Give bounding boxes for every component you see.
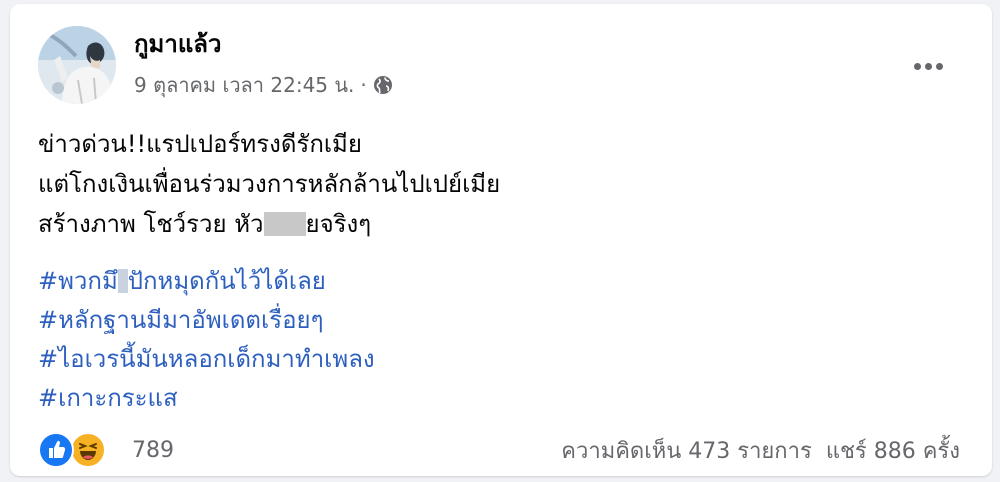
reaction-count: 789 <box>132 437 174 463</box>
hashtag-link[interactable]: #หลักฐานมีมาอัพเดตเรื่อยๆ <box>38 301 958 340</box>
hashtag-segment: ปักหมุดกันไว้ได้เลย <box>127 267 326 295</box>
like-icon <box>38 432 74 468</box>
engagement-stats: ความคิดเห็น 473 รายการ แชร์ 886 ครั้ง <box>561 433 960 468</box>
post-text-line: แต่โกงเงินเพื่อนร่วมวงการหลักล้านไปเปย์เ… <box>38 170 501 198</box>
censor-block <box>117 269 128 293</box>
post-body: ข่าวด่วน!!แรปเปอร์ทรงดีรักเมีย แต่โกงเงิ… <box>38 124 958 418</box>
post-footer: 789 ความคิดเห็น 473 รายการ แชร์ 886 ครั้… <box>38 428 960 472</box>
post-text-line: ข่าวด่วน!!แรปเปอร์ทรงดีรักเมีย <box>38 130 362 158</box>
globe-icon[interactable] <box>373 75 393 95</box>
reactions-summary[interactable]: 789 <box>38 430 174 470</box>
post-text-segment: สร้างภาพ โชว์รวย หัว <box>38 210 264 238</box>
comments-count[interactable]: ความคิดเห็น 473 รายการ <box>561 433 812 468</box>
post-meta: 9 ตุลาคม เวลา 22:45 น. · <box>134 70 393 100</box>
shares-count[interactable]: แชร์ 886 ครั้ง <box>826 433 960 468</box>
author-name[interactable]: กูมาแล้ว <box>134 28 221 60</box>
hashtag-link[interactable]: #เกาะกระแส <box>38 379 958 418</box>
meta-separator: · <box>360 73 367 97</box>
hashtag-link[interactable]: #พวกมึ ปักหมุดกันไว้ได้เลย <box>38 262 958 301</box>
more-dot <box>924 62 932 70</box>
post-text-segment: ยจริงๆ <box>305 210 372 238</box>
reaction-icons <box>38 430 114 470</box>
avatar-image <box>38 26 116 104</box>
more-dot <box>935 62 943 70</box>
hashtag-link[interactable]: #ไอเวรนี้มันหลอกเด็กมาทำเพลง <box>38 340 958 379</box>
more-options-icon[interactable] <box>906 48 950 84</box>
post-timestamp[interactable]: 9 ตุลาคม เวลา 22:45 น. <box>134 69 354 101</box>
hashtag-list: #พวกมึ ปักหมุดกันไว้ได้เลย #หลักฐานมีมาอั… <box>38 262 958 418</box>
haha-icon <box>70 432 106 468</box>
avatar[interactable] <box>38 26 116 104</box>
censor-block <box>263 212 306 236</box>
post-card: กูมาแล้ว 9 ตุลาคม เวลา 22:45 น. · ข่าวด่… <box>10 4 992 476</box>
post-text-line: สร้างภาพ โชว์รวย หัว ยจริงๆ <box>38 204 958 244</box>
more-dot <box>913 62 921 70</box>
hashtag-segment: #พวกมึ <box>38 267 118 295</box>
